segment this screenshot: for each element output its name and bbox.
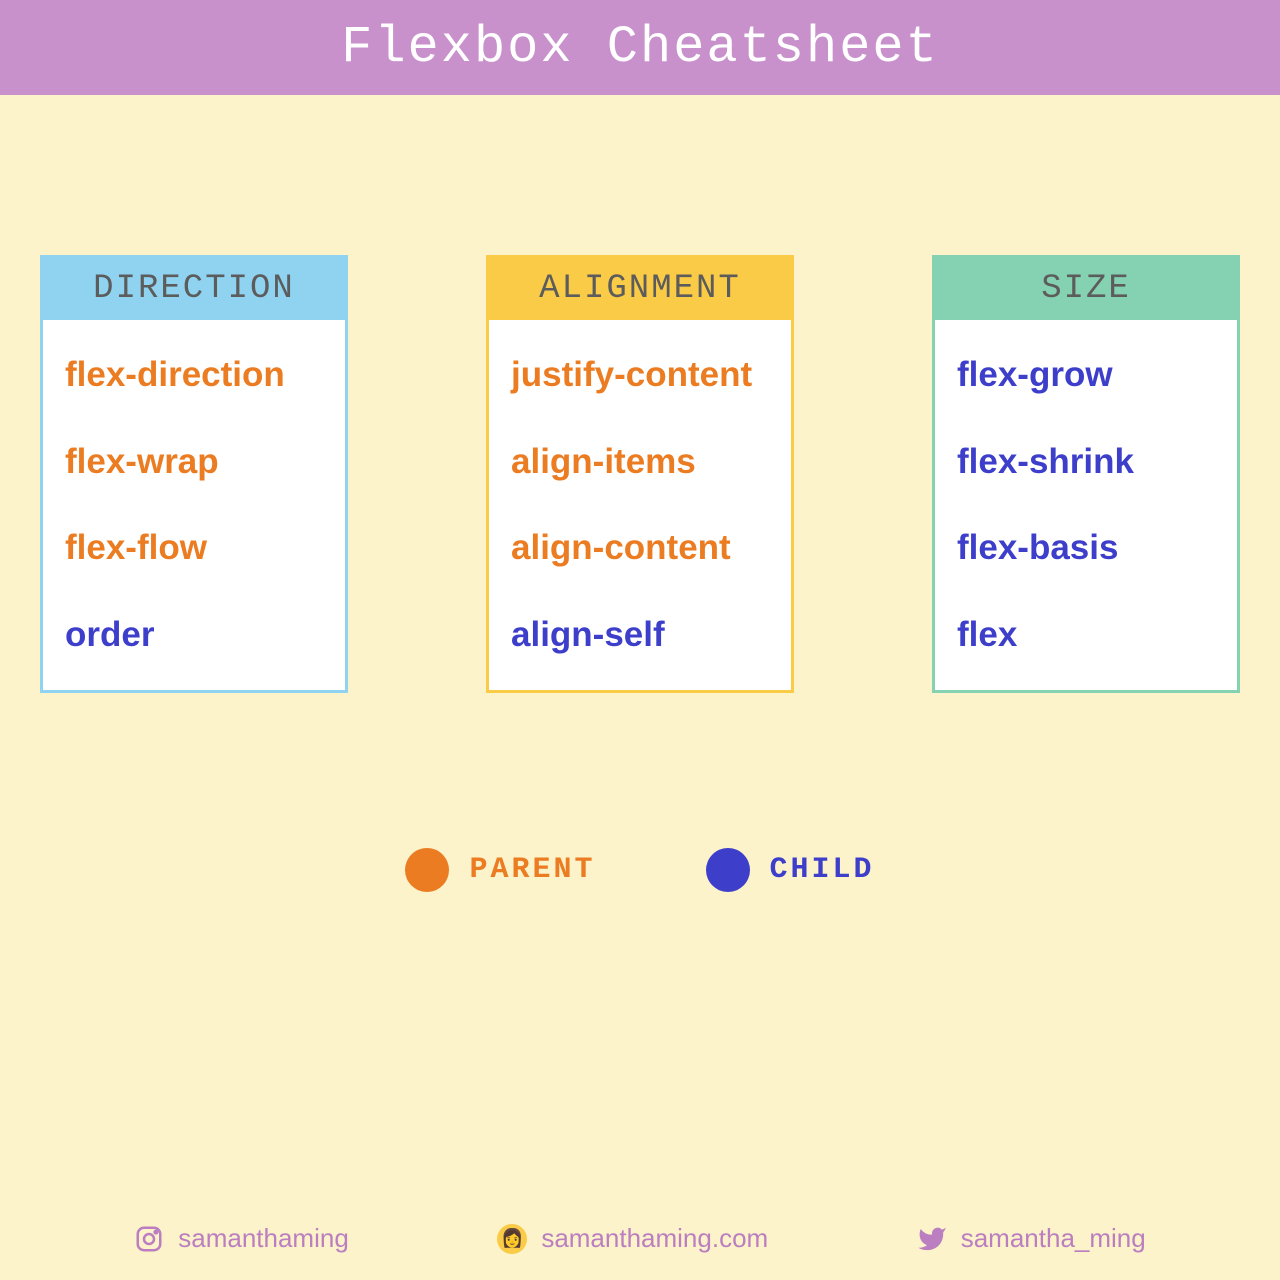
legend: PARENT CHILD bbox=[0, 848, 1280, 892]
twitter-icon bbox=[917, 1224, 947, 1254]
property-item: flex-direction bbox=[65, 356, 323, 395]
property-item: align-self bbox=[511, 616, 769, 655]
card-alignment: ALIGNMENT justify-content align-items al… bbox=[486, 255, 794, 693]
card-direction: DIRECTION flex-direction flex-wrap flex-… bbox=[40, 255, 348, 693]
avatar-icon: 👩 bbox=[497, 1224, 527, 1254]
page-title: Flexbox Cheatsheet bbox=[0, 18, 1280, 77]
legend-item-parent: PARENT bbox=[405, 848, 595, 892]
footer: samanthaming 👩 samanthaming.com samantha… bbox=[0, 1223, 1280, 1254]
legend-swatch-child bbox=[706, 848, 750, 892]
page-header: Flexbox Cheatsheet bbox=[0, 0, 1280, 95]
footer-twitter: samantha_ming bbox=[917, 1223, 1146, 1254]
footer-handle: samanthaming bbox=[178, 1223, 349, 1254]
property-item: flex bbox=[957, 616, 1215, 655]
legend-item-child: CHILD bbox=[706, 848, 875, 892]
property-item: flex-grow bbox=[957, 356, 1215, 395]
property-item: order bbox=[65, 616, 323, 655]
property-item: flex-shrink bbox=[957, 443, 1215, 482]
card-header: DIRECTION bbox=[43, 258, 345, 320]
cards-row: DIRECTION flex-direction flex-wrap flex-… bbox=[0, 255, 1280, 693]
property-item: justify-content bbox=[511, 356, 769, 395]
property-item: align-content bbox=[511, 529, 769, 568]
card-header: ALIGNMENT bbox=[489, 258, 791, 320]
card-body: flex-grow flex-shrink flex-basis flex bbox=[935, 320, 1237, 690]
property-item: flex-flow bbox=[65, 529, 323, 568]
legend-label: CHILD bbox=[770, 853, 875, 887]
instagram-icon bbox=[134, 1224, 164, 1254]
footer-handle: samantha_ming bbox=[961, 1223, 1146, 1254]
card-size: SIZE flex-grow flex-shrink flex-basis fl… bbox=[932, 255, 1240, 693]
card-body: justify-content align-items align-conten… bbox=[489, 320, 791, 690]
property-item: flex-basis bbox=[957, 529, 1215, 568]
card-header: SIZE bbox=[935, 258, 1237, 320]
legend-swatch-parent bbox=[405, 848, 449, 892]
property-item: align-items bbox=[511, 443, 769, 482]
footer-handle: samanthaming.com bbox=[541, 1223, 768, 1254]
footer-website: 👩 samanthaming.com bbox=[497, 1223, 768, 1254]
property-item: flex-wrap bbox=[65, 443, 323, 482]
legend-label: PARENT bbox=[469, 853, 595, 887]
card-body: flex-direction flex-wrap flex-flow order bbox=[43, 320, 345, 690]
footer-instagram: samanthaming bbox=[134, 1223, 349, 1254]
